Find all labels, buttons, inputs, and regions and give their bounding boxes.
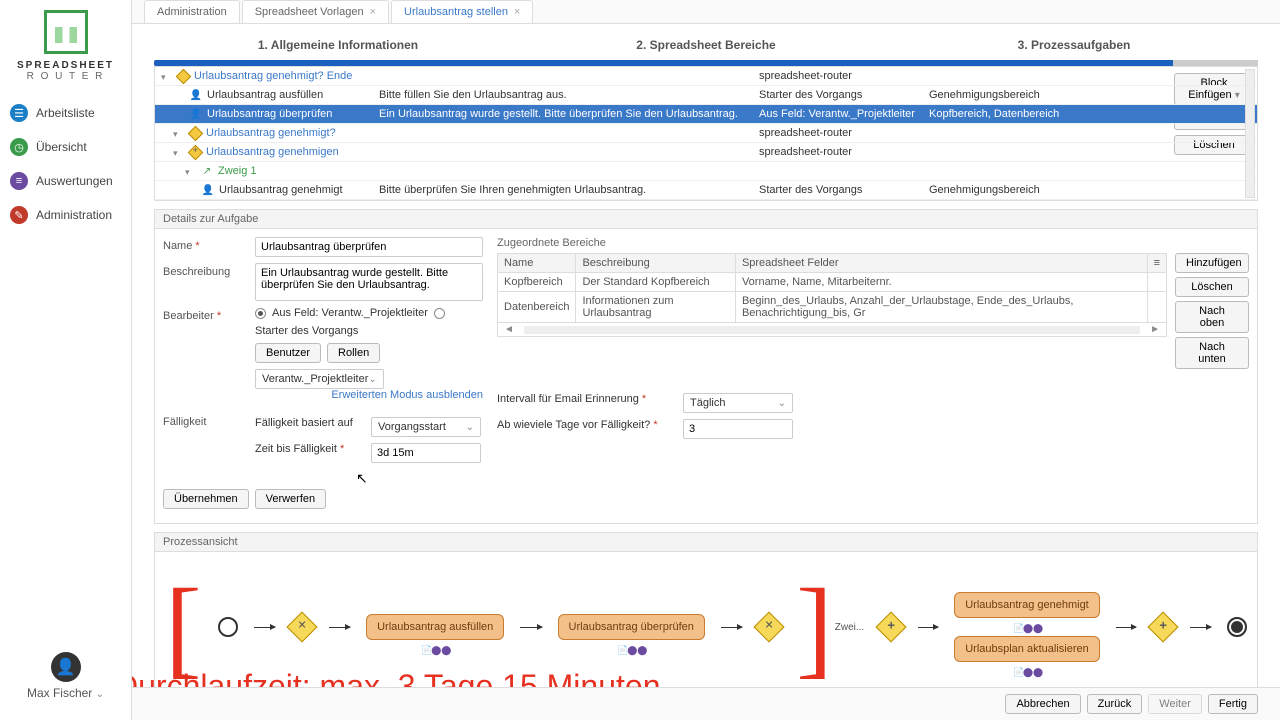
remove-button[interactable]: Löschen — [1175, 277, 1249, 297]
tree-row-selected[interactable]: 👤Urlaubsantrag überprüfen Ein Urlaubsant… — [155, 105, 1257, 124]
user-name: Max Fischer — [27, 686, 92, 700]
advanced-mode-link[interactable]: Erweiterten Modus ausblenden — [331, 389, 483, 401]
tree-row[interactable]: 👤Urlaubsantrag genehmigt Bitte überprüfe… — [155, 181, 1257, 200]
assigned-table: NameBeschreibungSpreadsheet Felder≡ Kopf… — [497, 253, 1167, 323]
interval-select[interactable]: Täglich⌄ — [683, 393, 793, 413]
move-down-button[interactable]: Nach unten — [1175, 337, 1249, 369]
tab-current[interactable]: Urlaubsantrag stellen× — [391, 0, 533, 23]
move-up-button[interactable]: Nach oben — [1175, 301, 1249, 333]
wizard-footer: Abbrechen Zurück Weiter Fertig — [132, 687, 1280, 720]
start-event-icon — [218, 617, 238, 637]
nav-uebersicht[interactable]: ◷Übersicht — [0, 130, 131, 164]
chevron-down-icon: ⌄ — [368, 374, 376, 385]
roles-button[interactable]: Rollen — [327, 343, 380, 363]
task-node[interactable]: Urlaubsplan aktualisieren📄⬤⬤ — [954, 636, 1100, 662]
tree-row[interactable]: ▾Urlaubsantrag genehmigt? Ende spreadshe… — [155, 67, 1257, 86]
nav-arbeitsliste[interactable]: ☰Arbeitsliste — [0, 96, 131, 130]
details-title: Details zur Aufgabe — [154, 209, 1258, 229]
person-icon: 👤 — [201, 183, 215, 197]
project-select[interactable]: Verantw._Projektleiter⌄ — [255, 369, 384, 389]
close-icon[interactable]: × — [514, 6, 520, 18]
tree-row[interactable]: 👤Urlaubsantrag ausfüllen Bitte füllen Si… — [155, 86, 1257, 105]
table-row[interactable]: DatenbereichInformationen zum Urlaubsant… — [498, 292, 1167, 323]
process-diagram[interactable]: [ Urlaubsantrag ausfüllen📄⬤⬤ Urlaubsantr… — [154, 552, 1258, 687]
task-node[interactable]: Urlaubsantrag genehmigt📄⬤⬤ — [954, 592, 1100, 618]
user-avatar-icon: 👤 — [51, 652, 81, 682]
user-block[interactable]: 👤 Max Fischer ⌄ — [0, 640, 131, 720]
main-area: Administration Spreadsheet Vorlagen× Url… — [132, 0, 1280, 720]
users-button[interactable]: Benutzer — [255, 343, 321, 363]
assigned-title: Zugeordnete Bereiche — [497, 237, 1249, 249]
tree-row[interactable]: ▾Urlaubsantrag genehmigen spreadsheet-ro… — [155, 143, 1257, 162]
tab-bar: Administration Spreadsheet Vorlagen× Url… — [132, 0, 1280, 24]
overview-icon: ◷ — [10, 138, 28, 156]
process-title: Prozessansicht — [154, 532, 1258, 552]
apply-button[interactable]: Übernehmen — [163, 489, 249, 509]
back-button[interactable]: Zurück — [1087, 694, 1143, 714]
task-tree: ▾Urlaubsantrag genehmigt? Ende spreadshe… — [154, 66, 1258, 201]
close-icon[interactable]: × — [370, 6, 376, 18]
app-logo: SPREADSHEETR O U T E R — [0, 0, 131, 96]
end-event-icon — [1227, 617, 1247, 637]
tree-row[interactable]: ▾↗Zweig 1 — [155, 162, 1257, 181]
desc-label: Beschreibung — [163, 263, 249, 278]
list-icon: ☰ — [10, 104, 28, 122]
table-scroll[interactable]: ◄► — [497, 323, 1167, 337]
wrench-icon: ✎ — [10, 206, 28, 224]
tree-scrollbar[interactable] — [1245, 69, 1255, 198]
person-icon: 👤 — [189, 88, 203, 102]
details-panel: Name Beschreibung Ein Urlaubsantrag wurde… — [154, 229, 1258, 524]
radio-from-field[interactable] — [255, 308, 266, 319]
editor-label: Bearbeiter — [163, 307, 249, 322]
tab-administration[interactable]: Administration — [144, 0, 240, 23]
due-label: Fälligkeit — [163, 413, 249, 428]
table-row[interactable]: KopfbereichDer Standard KopfbereichVorna… — [498, 273, 1167, 292]
cancel-button[interactable]: Abbrechen — [1005, 694, 1080, 714]
branch-label: Zwei... — [835, 622, 864, 633]
wizard-step-1[interactable]: 1. Allgemeine Informationen — [154, 38, 522, 56]
done-button[interactable]: Fertig — [1208, 694, 1258, 714]
time-to-due-input[interactable] — [371, 443, 481, 463]
chevron-down-icon: ⌄ — [96, 689, 104, 700]
tab-templates[interactable]: Spreadsheet Vorlagen× — [242, 0, 389, 23]
wizard-header: 1. Allgemeine Informationen 2. Spreadshe… — [132, 24, 1280, 66]
branch-icon: ↗ — [200, 164, 214, 178]
report-icon: ≡ — [10, 172, 28, 190]
overlay-annotation: Durchlaufzeit: max. 3 Tage 15 Minuten — [132, 668, 660, 687]
next-button: Weiter — [1148, 694, 1202, 714]
desc-input[interactable]: Ein Urlaubsantrag wurde gestellt. Bitte … — [255, 263, 483, 301]
add-button[interactable]: Hinzufügen — [1175, 253, 1249, 273]
nav-auswertungen[interactable]: ≡Auswertungen — [0, 164, 131, 198]
gateway-icon — [286, 611, 317, 642]
parallel-gateway-icon — [1147, 611, 1178, 642]
gateway-icon — [754, 611, 785, 642]
name-label: Name — [163, 237, 249, 252]
task-node[interactable]: Urlaubsantrag überprüfen📄⬤⬤ — [558, 614, 705, 640]
days-before-input[interactable] — [683, 419, 793, 439]
sidebar: SPREADSHEETR O U T E R ☰Arbeitsliste ◷Üb… — [0, 0, 132, 720]
due-base-select[interactable]: Vorgangsstart⌄ — [371, 417, 481, 437]
radio-starter[interactable] — [434, 308, 445, 319]
person-icon: 👤 — [189, 107, 203, 121]
nav-administration[interactable]: ✎Administration — [0, 198, 131, 232]
wizard-step-2[interactable]: 2. Spreadsheet Bereiche — [522, 38, 890, 56]
parallel-gateway-icon — [876, 611, 907, 642]
wizard-step-3[interactable]: 3. Prozessaufgaben — [890, 38, 1258, 56]
tree-row[interactable]: ▾Urlaubsantrag genehmigt? spreadsheet-ro… — [155, 124, 1257, 143]
name-input[interactable] — [255, 237, 483, 257]
task-node[interactable]: Urlaubsantrag ausfüllen📄⬤⬤ — [366, 614, 504, 640]
discard-button[interactable]: Verwerfen — [255, 489, 327, 509]
